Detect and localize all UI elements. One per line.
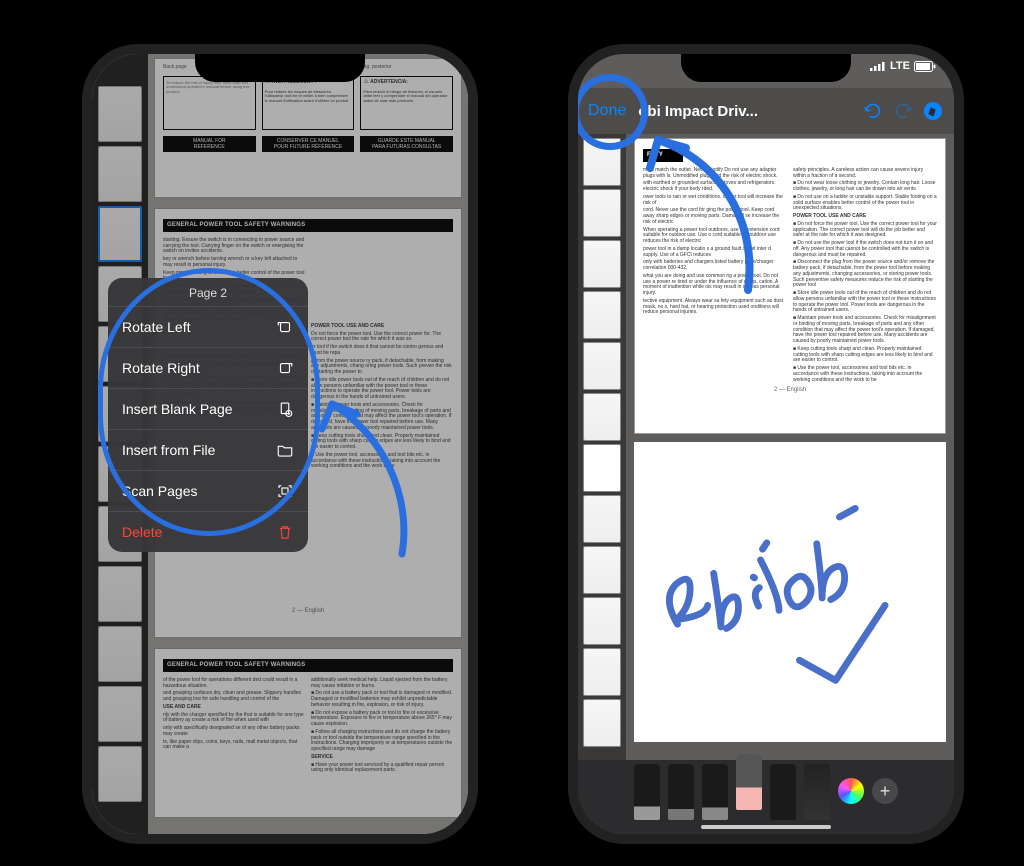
menu-rotate-right[interactable]: Rotate Right (108, 348, 308, 389)
back-page-label: Page arrière (262, 65, 355, 71)
page-context-menu: Page 2 Rotate Left Rotate Right Insert B… (108, 278, 308, 552)
lasso-tool[interactable] (770, 764, 796, 820)
page-thumbnail[interactable] (583, 342, 621, 390)
context-menu-header: Page 2 (108, 278, 308, 307)
menu-label: Rotate Right (122, 360, 200, 376)
menu-insert-blank-page[interactable]: Insert Blank Page (108, 389, 308, 430)
menu-label: Delete (122, 524, 162, 540)
phone-left: Back page Page arrière Pág. posterior To… (82, 44, 478, 844)
rotate-right-icon (276, 359, 294, 377)
pdf-page-blank-inserted (634, 442, 946, 742)
network-label: LTE (890, 60, 910, 72)
menu-delete[interactable]: Delete (108, 512, 308, 552)
home-indicator[interactable] (701, 825, 831, 829)
page-thumbnail[interactable] (583, 393, 621, 441)
menu-scan-pages[interactable]: Scan Pages (108, 471, 308, 512)
menu-label: Rotate Left (122, 319, 191, 335)
page-footer: 2 — English (643, 387, 937, 394)
battery-icon (914, 61, 936, 72)
menu-label: Insert Blank Page (122, 401, 233, 417)
screen-right: LTE Done obi Impact Driv... (578, 54, 954, 834)
pen-tool[interactable] (634, 764, 660, 820)
menu-insert-from-file[interactable]: Insert from File (108, 430, 308, 471)
page-thumbnail[interactable] (583, 138, 621, 186)
trash-icon (276, 523, 294, 541)
page-thumbnail-blank[interactable] (583, 444, 621, 492)
menu-rotate-left[interactable]: Rotate Left (108, 307, 308, 348)
phone-right: LTE Done obi Impact Driv... (568, 44, 964, 844)
redo-button[interactable] (892, 100, 914, 122)
cellular-signal-icon (870, 61, 886, 71)
page-thumbnail[interactable] (583, 648, 621, 696)
done-button[interactable]: Done (588, 102, 626, 120)
markup-button[interactable] (922, 100, 944, 122)
status-bar: LTE (870, 60, 936, 72)
eraser-tool[interactable] (736, 754, 762, 810)
thumbnail-sidebar[interactable] (578, 134, 626, 760)
markup-toolbar: + (578, 760, 954, 834)
marker-tool[interactable] (668, 764, 694, 820)
rotate-left-icon (276, 318, 294, 336)
menu-label: Insert from File (122, 442, 215, 458)
insert-blank-icon (276, 400, 294, 418)
document-title: obi Impact Driv... (638, 103, 854, 120)
page-thumbnail[interactable] (583, 597, 621, 645)
menu-label: Scan Pages (122, 483, 198, 499)
section-heading-cut: FETY (643, 149, 683, 162)
page-thumbnail[interactable] (583, 699, 621, 747)
handwriting-edited (634, 442, 946, 742)
page2-left-column: must match the outlet. Never modify Do n… (643, 166, 787, 386)
page2-right-column: safety principles. A careless action can… (793, 166, 937, 386)
page-thumbnail[interactable] (583, 189, 621, 237)
pdf-page-2: FETY must match the outlet. Never modify… (634, 138, 946, 434)
page-thumbnail[interactable] (583, 546, 621, 594)
pencil-tool[interactable] (702, 764, 728, 820)
scan-icon (276, 482, 294, 500)
page-thumbnail[interactable] (583, 240, 621, 288)
ruler-tool[interactable] (804, 764, 830, 820)
undo-button[interactable] (862, 100, 884, 122)
screen-left: Back page Page arrière Pág. posterior To… (92, 54, 468, 834)
document-viewport[interactable]: FETY must match the outlet. Never modify… (626, 134, 954, 760)
page-thumbnail[interactable] (583, 495, 621, 543)
folder-icon (276, 441, 294, 459)
page-thumbnail[interactable] (583, 291, 621, 339)
navigation-bar: Done obi Impact Driv... (578, 88, 954, 134)
color-picker[interactable] (838, 778, 864, 804)
add-button[interactable]: + (872, 778, 898, 804)
